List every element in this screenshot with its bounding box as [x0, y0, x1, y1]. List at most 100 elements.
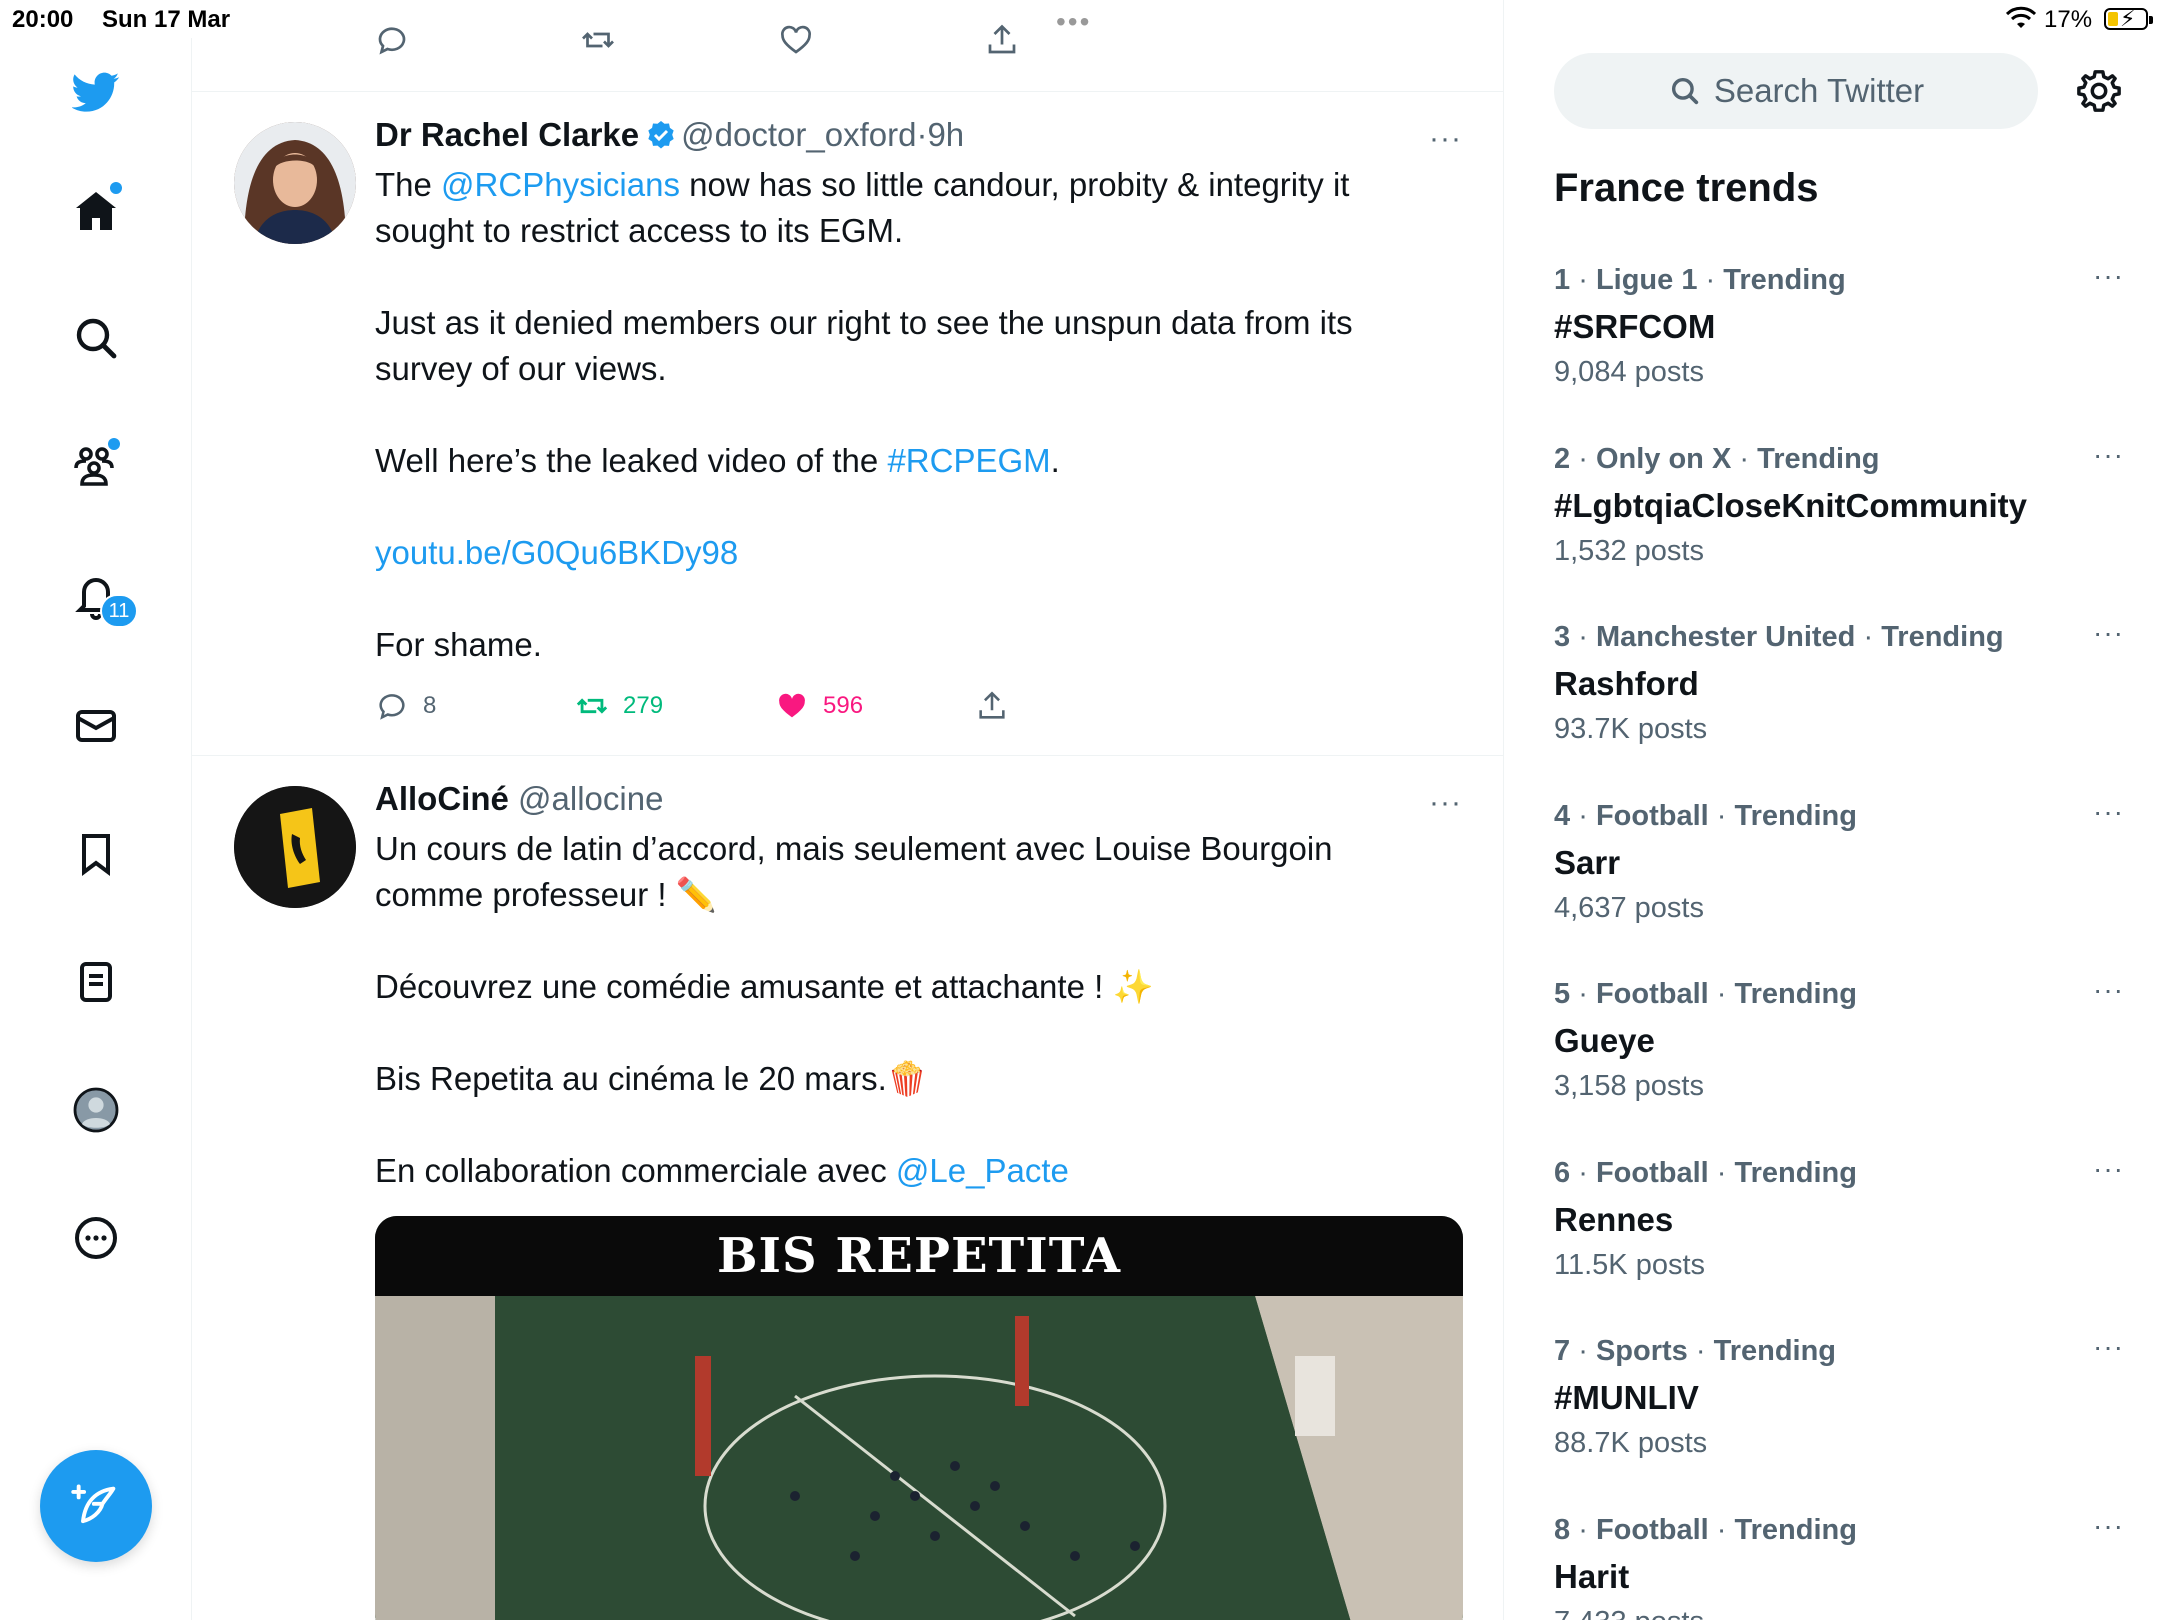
tweet-text: The @RCPhysicians now has so little cand…	[375, 162, 1435, 668]
retweet-button[interactable]: 279	[575, 689, 663, 723]
like-icon[interactable]	[778, 22, 814, 58]
trend-name[interactable]: #LgbtqiaCloseKnitCommunity	[1554, 487, 2027, 525]
twitter-logo-icon[interactable]	[66, 62, 126, 122]
more-icon[interactable]	[66, 1208, 126, 1268]
trend-more-icon[interactable]: ···	[2093, 1331, 2124, 1363]
hashtag-link[interactable]: #RCPEGM	[887, 442, 1050, 479]
trend-item[interactable]: 4 · Football · Trending Sarr 4,637 posts…	[1554, 796, 2124, 978]
reply-icon[interactable]	[374, 22, 410, 58]
trend-meta: 6 · Football · Trending	[1554, 1157, 1857, 1190]
liked-heart-icon	[779, 693, 805, 718]
tweet-media-video[interactable]: BIS REPETITA	[375, 1216, 1463, 1620]
tweet[interactable]: AlloCiné @allocine ··· Un cours de latin…	[192, 756, 1503, 1620]
trend-rank: 7	[1554, 1335, 1571, 1367]
mention-link[interactable]: @Le_Pacte	[896, 1152, 1069, 1189]
lists-icon[interactable]	[66, 952, 126, 1012]
trend-item[interactable]: 3 · Manchester United · Trending Rashfor…	[1554, 617, 2124, 799]
trend-item[interactable]: 6 · Football · Trending Rennes 11.5K pos…	[1554, 1153, 2124, 1335]
dot-separator: ·	[1705, 264, 1716, 296]
trend-post-count: 3,158 posts	[1554, 1070, 1704, 1102]
trend-name[interactable]: Gueye	[1554, 1022, 1655, 1060]
trend-rank: 4	[1554, 800, 1571, 832]
compose-button[interactable]	[40, 1450, 152, 1562]
author-handle[interactable]: @allocine	[518, 780, 663, 817]
trend-rank: 6	[1554, 1157, 1571, 1189]
trend-rank: 2	[1554, 443, 1571, 475]
share-icon[interactable]	[984, 22, 1020, 58]
url-link[interactable]: youtu.be/G0Qu6BKDy98	[375, 534, 738, 571]
author-handle[interactable]: @doctor_oxford	[681, 116, 916, 153]
home-icon[interactable]	[66, 182, 126, 242]
bookmarks-icon[interactable]	[66, 824, 126, 884]
trend-name[interactable]: #MUNLIV	[1554, 1379, 1699, 1417]
trend-name[interactable]: Rashford	[1554, 665, 1699, 703]
trend-post-count: 11.5K posts	[1554, 1249, 1706, 1281]
trend-more-icon[interactable]: ···	[2093, 974, 2124, 1006]
reply-icon	[379, 694, 405, 720]
search-input[interactable]: Search Twitter	[1554, 53, 2038, 129]
retweet-count: 279	[623, 692, 664, 719]
tweet-time[interactable]: 9h	[927, 116, 964, 153]
trend-status: Trending	[1734, 1514, 1857, 1546]
mention-link[interactable]: @RCPhysicians	[441, 166, 680, 203]
like-button[interactable]: 596	[775, 689, 863, 723]
settings-gear-icon[interactable]	[2076, 68, 2122, 114]
tweet-text-segment: .	[1050, 442, 1060, 479]
avatar[interactable]	[234, 786, 356, 908]
author-name[interactable]: Dr Rachel Clarke	[375, 116, 639, 153]
tweet-more-icon[interactable]: ···	[1429, 786, 1462, 820]
trend-post-count: 9,084 posts	[1554, 356, 1704, 388]
communities-icon[interactable]	[66, 436, 126, 496]
trend-name[interactable]: #SRFCOM	[1554, 308, 1715, 346]
timeline[interactable]: Dr Rachel Clarke @doctor_oxford·9h ··· Th…	[192, 0, 1504, 1620]
trend-rank: 5	[1554, 978, 1571, 1010]
retweet-icon[interactable]	[580, 22, 616, 58]
trend-post-count: 93.7K posts	[1554, 713, 1708, 745]
tweet-text-segment: En collaboration commerciale avec	[375, 1152, 896, 1189]
trend-item[interactable]: 5 · Football · Trending Gueye 3,158 post…	[1554, 974, 2124, 1156]
profile-icon[interactable]	[66, 1080, 126, 1140]
trend-item[interactable]: 2 · Only on X · Trending #LgbtqiaCloseKn…	[1554, 439, 2124, 621]
trend-more-icon[interactable]: ···	[2093, 1153, 2124, 1185]
verified-badge-icon	[648, 121, 674, 149]
compose-icon	[71, 1484, 116, 1524]
like-count: 596	[823, 692, 864, 719]
media-title: BIS REPETITA	[716, 1228, 1122, 1284]
trend-more-icon[interactable]: ···	[2093, 617, 2124, 649]
avatar[interactable]	[234, 122, 356, 244]
trend-more-icon[interactable]: ···	[2093, 1514, 2124, 1542]
tweet-paragraph: Découvrez une comédie amusante et attach…	[375, 968, 1154, 1005]
home-unread-dot	[110, 182, 122, 194]
status-time: 20:00	[12, 6, 74, 33]
trend-name[interactable]: Sarr	[1554, 844, 1620, 882]
left-nav: 11	[0, 38, 192, 1620]
trend-context: Football	[1595, 1514, 1709, 1546]
share-button[interactable]	[975, 689, 1009, 723]
trend-context: Only on X	[1595, 443, 1732, 475]
tweet-more-icon[interactable]: ···	[1429, 122, 1462, 156]
dot-separator: ·	[1695, 1335, 1706, 1367]
trend-rank: 3	[1554, 621, 1571, 653]
tweet[interactable]: Dr Rachel Clarke @doctor_oxford·9h ··· Th…	[192, 92, 1503, 756]
dot-separator: ·	[1739, 443, 1750, 475]
wifi-icon	[2005, 6, 2037, 37]
trend-item[interactable]: 8 · Football · Trending Harit 7,433 post…	[1554, 1514, 2124, 1620]
search-icon[interactable]	[66, 308, 126, 368]
trend-context: Manchester United	[1595, 621, 1856, 653]
author-name[interactable]: AlloCiné	[375, 780, 509, 817]
trend-item[interactable]: 1 · Ligue 1 · Trending #SRFCOM 9,084 pos…	[1554, 260, 2124, 442]
share-icon	[979, 691, 1005, 719]
tweet-paragraph: Bis Repetita au cinéma le 20 mars.🍿	[375, 1060, 928, 1097]
trend-item[interactable]: 7 · Sports · Trending #MUNLIV 88.7K post…	[1554, 1331, 2124, 1513]
media-frame	[375, 1296, 1463, 1620]
dot-separator: ·	[1578, 264, 1588, 296]
trend-meta: 8 · Football · Trending	[1554, 1514, 1857, 1547]
reply-button[interactable]: 8	[375, 689, 436, 723]
messages-icon[interactable]	[66, 696, 126, 756]
dot-separator: ·	[1578, 1335, 1588, 1367]
trend-name[interactable]: Rennes	[1554, 1201, 1673, 1239]
trend-more-icon[interactable]: ···	[2093, 260, 2124, 292]
trend-more-icon[interactable]: ···	[2093, 796, 2124, 828]
trend-more-icon[interactable]: ···	[2093, 439, 2124, 471]
trend-name[interactable]: Harit	[1554, 1558, 1629, 1596]
